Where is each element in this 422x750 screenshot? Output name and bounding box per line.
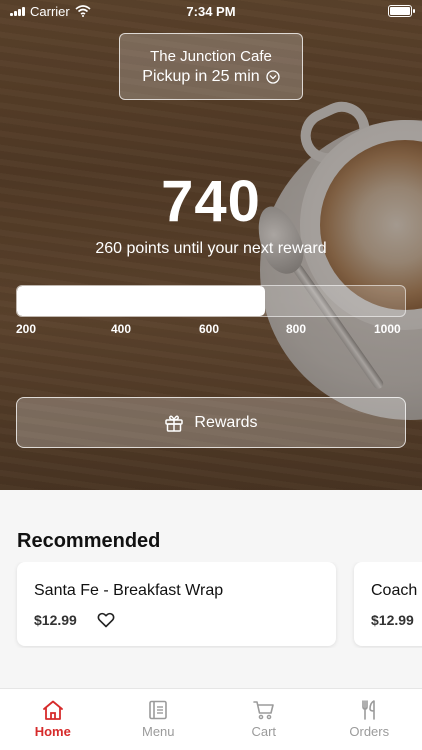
clock: 7:34 PM [186,3,236,19]
tick-label: 1000 [374,322,401,336]
pickup-row: Pickup in 25 min [142,67,280,86]
status-left: Carrier [10,4,160,19]
cart-icon [252,701,274,720]
product-price: $12.99 [371,612,414,628]
tick-label: 400 [111,322,132,336]
product-name: Santa Fe - Breakfast Wrap [34,582,224,599]
pickup-time: Pickup in 25 min [142,67,260,85]
tab-label: Orders [349,724,390,739]
tab-bar: Home Menu Cart Orders [0,688,422,750]
tab-orders[interactable]: Orders [317,689,422,750]
chevron-down-circle-icon [266,69,280,84]
fork-knife-icon [362,700,376,720]
store-name: The Junction Cafe [150,47,272,65]
gift-icon [165,415,184,432]
rewards-button-label: Rewards [194,413,258,431]
tab-menu[interactable]: Menu [106,689,212,750]
tab-label: Cart [251,724,277,739]
product-card[interactable]: Coach $12.99 [354,562,422,646]
product-name: Coach [371,582,418,599]
points-subtitle: 260 points until your next reward [95,240,327,257]
heart-icon[interactable] [97,612,115,628]
tab-cart[interactable]: Cart [211,689,317,750]
recommended-title: Recommended [17,530,161,552]
home-icon [42,700,63,720]
recommended-carousel[interactable]: Santa Fe - Breakfast Wrap $12.99 Coach $… [0,562,422,648]
reward-progress-bar [16,285,406,317]
battery-icon [388,5,415,17]
store-selector[interactable]: The Junction Cafe Pickup in 25 min [119,33,303,100]
carrier-label: Carrier [30,3,70,19]
wifi-icon [75,5,91,17]
product-card[interactable]: Santa Fe - Breakfast Wrap $12.99 [17,562,336,646]
tick-label: 600 [199,322,220,336]
product-price: $12.99 [34,612,77,628]
menu-icon [149,700,168,720]
rewards-button[interactable]: Rewards [16,397,406,448]
tab-home[interactable]: Home [0,689,106,750]
tick-label: 800 [286,322,307,336]
tick-label: 200 [16,322,37,336]
signal-icon [10,6,25,16]
progress-ticks: 200 400 600 800 1000 [16,322,406,338]
points-value: 740 [161,169,261,234]
status-bar: Carrier 7:34 PM [0,0,422,22]
status-right [262,5,415,17]
tab-label: Menu [141,724,175,739]
reward-progress-fill [17,286,266,316]
tab-label: Home [34,724,71,739]
